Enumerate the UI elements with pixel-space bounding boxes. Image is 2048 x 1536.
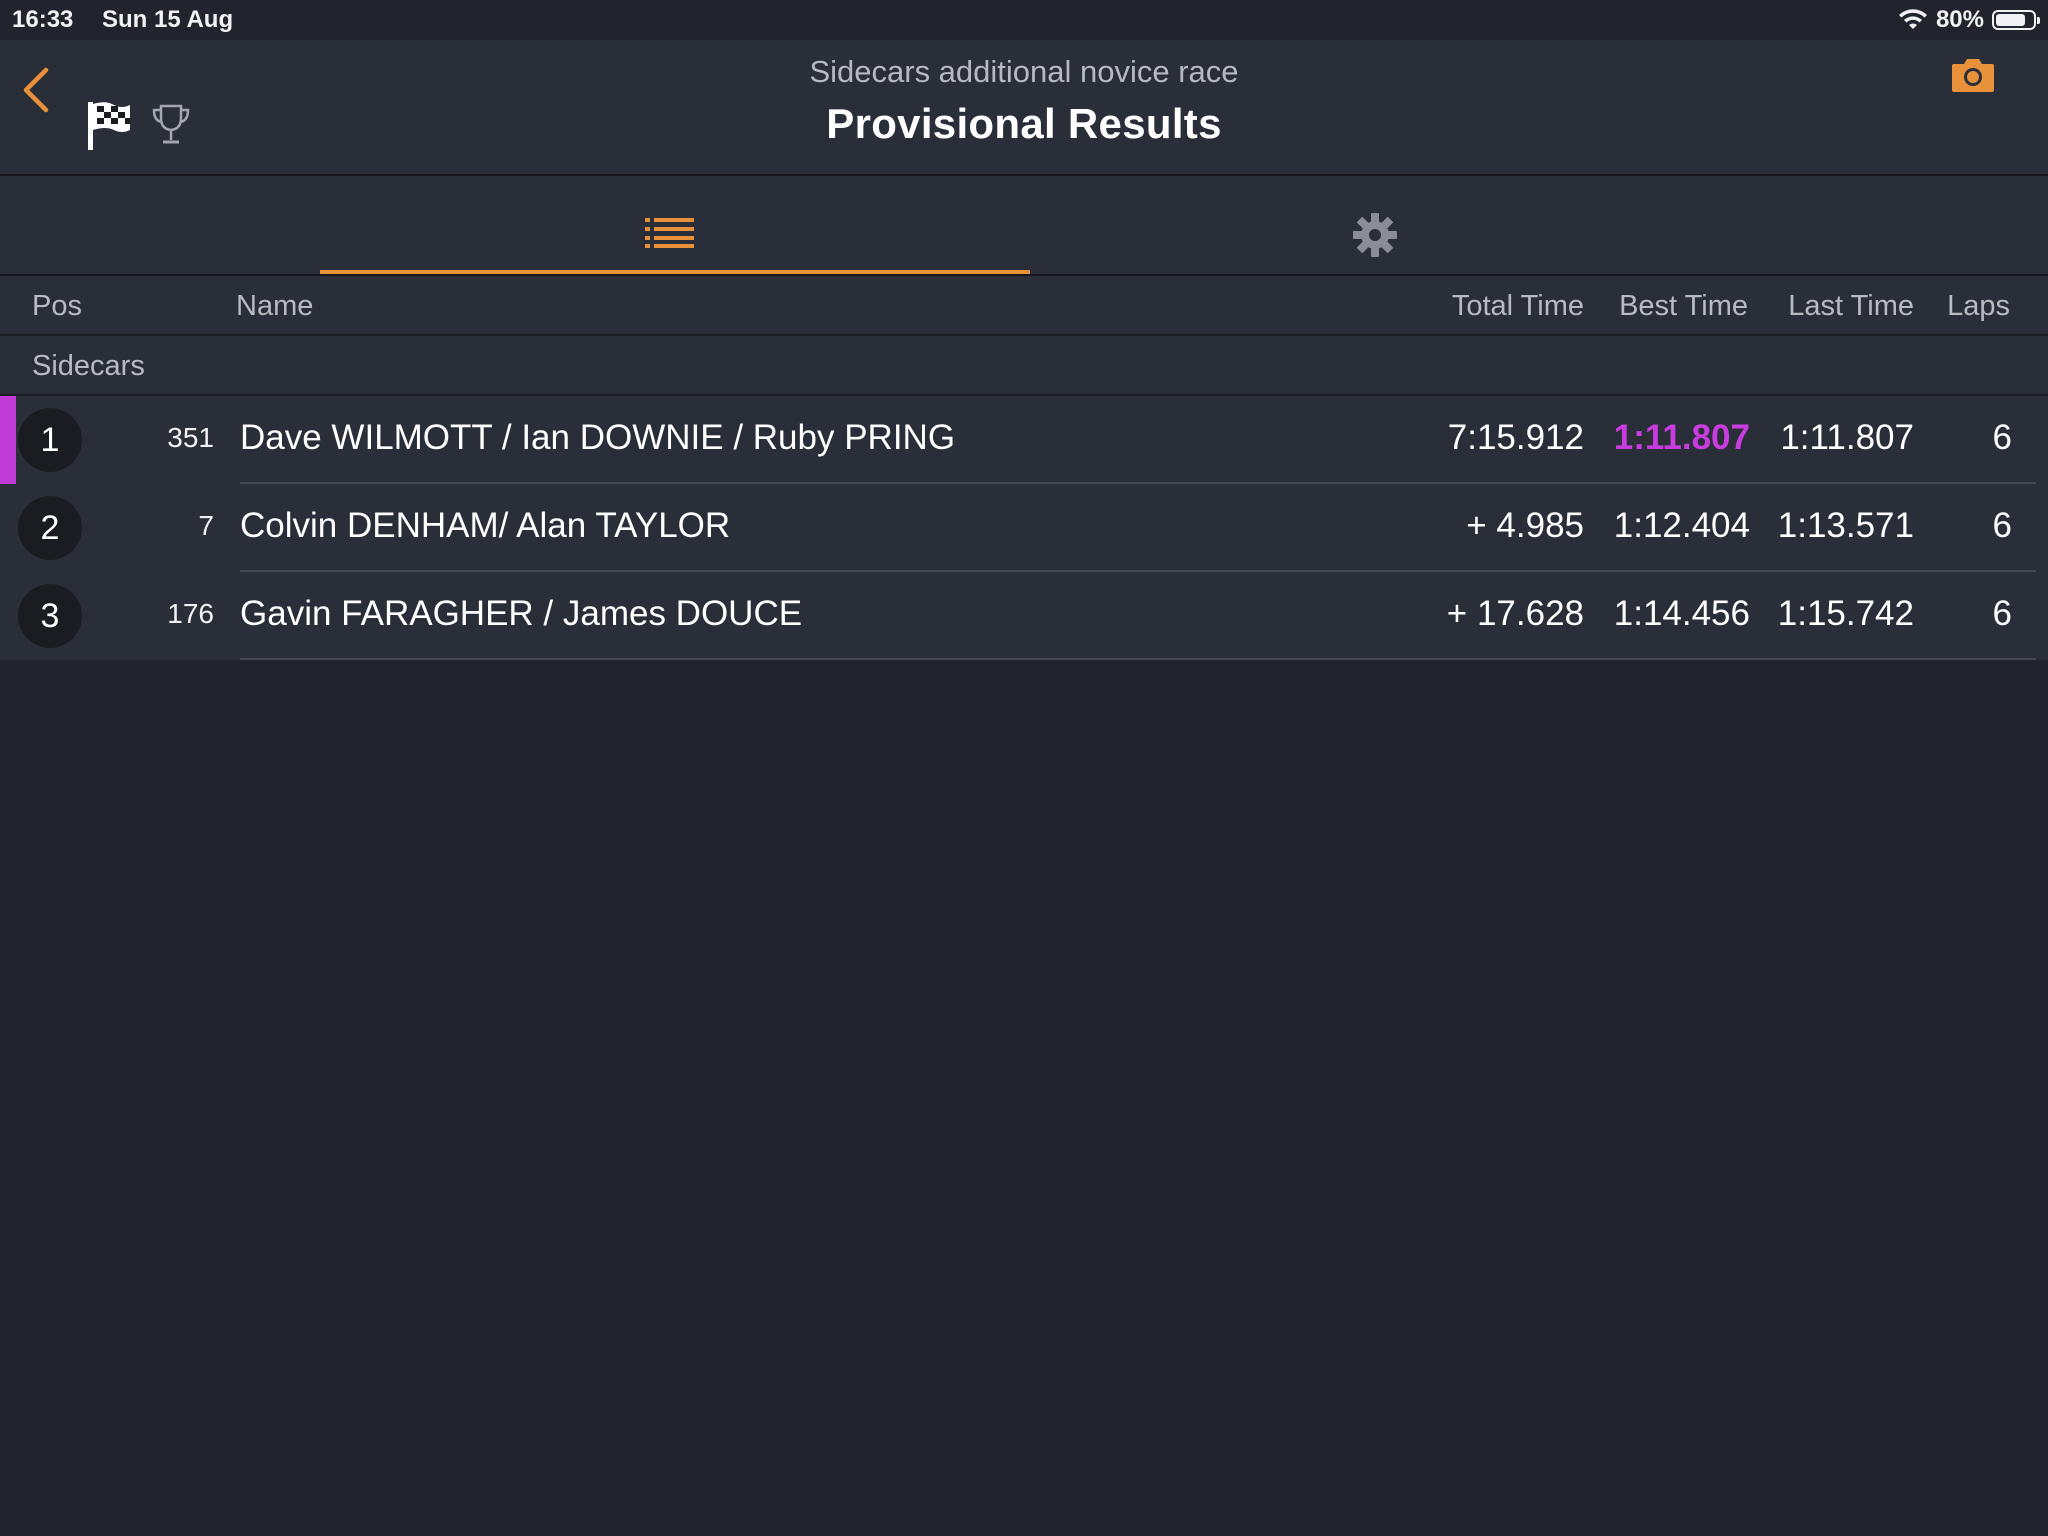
col-last-time[interactable]: Last Time <box>1788 290 1914 323</box>
total-time: + 4.985 <box>1466 506 1584 545</box>
table-row[interactable]: 3 176 Gavin FARAGHER / James DOUCE + 17.… <box>0 572 2048 660</box>
position-badge: 1 <box>18 408 82 472</box>
tab-settings[interactable] <box>1030 176 1740 274</box>
leader-marker <box>0 396 16 484</box>
camera-button[interactable] <box>1950 56 1996 94</box>
competitor-name: Gavin FARAGHER / James DOUCE <box>240 594 803 633</box>
competitor-number: 7 <box>198 510 214 541</box>
class-group-label: Sidecars <box>32 350 145 382</box>
last-time: 1:11.807 <box>1780 418 1914 457</box>
class-group-header: Sidecars <box>0 336 2048 396</box>
total-time: + 17.628 <box>1446 594 1584 633</box>
camera-icon <box>1952 59 1994 92</box>
col-laps[interactable]: Laps <box>1947 290 2010 323</box>
col-pos[interactable]: Pos <box>32 290 82 323</box>
battery-fill <box>1996 14 2025 26</box>
best-time: 1:14.456 <box>1613 594 1750 633</box>
col-name[interactable]: Name <box>236 290 313 323</box>
position-badge: 3 <box>18 584 82 648</box>
table-row[interactable]: 1 351 Dave WILMOTT / Ian DOWNIE / Ruby P… <box>0 396 2048 484</box>
col-total-time[interactable]: Total Time <box>1452 290 1584 323</box>
header: Sidecars additional novice race Provisio… <box>0 40 2048 176</box>
laps: 6 <box>1992 594 2012 633</box>
last-time: 1:15.742 <box>1777 594 1914 633</box>
list-icon <box>645 218 694 248</box>
tab-list[interactable] <box>320 176 1030 274</box>
status-time: 16:33 <box>12 6 74 33</box>
results-list: 1 351 Dave WILMOTT / Ian DOWNIE / Ruby P… <box>0 396 2048 660</box>
best-time: 1:11.807 <box>1613 418 1750 457</box>
tab-bar <box>0 176 2048 276</box>
status-bar: 16:33 Sun 15 Aug 80% <box>0 0 2048 40</box>
best-time: 1:12.404 <box>1613 506 1750 545</box>
total-time: 7:15.912 <box>1447 418 1584 457</box>
position-badge: 2 <box>18 496 82 560</box>
status-right: 80% <box>1898 6 2040 34</box>
laps: 6 <box>1992 418 2012 457</box>
wifi-icon <box>1898 9 1927 29</box>
status-date: Sun 15 Aug <box>102 6 234 33</box>
battery-percent: 80% <box>1935 6 1984 33</box>
active-tab-indicator <box>320 270 1030 274</box>
column-headers: Pos Name Total Time Best Time Last Time … <box>0 276 2048 336</box>
competitor-name: Colvin DENHAM/ Alan TAYLOR <box>240 506 731 545</box>
last-time: 1:13.571 <box>1777 506 1914 545</box>
battery-icon <box>1992 10 2040 30</box>
table-row[interactable]: 2 7 Colvin DENHAM/ Alan TAYLOR + 4.985 1… <box>0 484 2048 572</box>
competitor-name: Dave WILMOTT / Ian DOWNIE / Ruby PRING <box>240 418 956 457</box>
page-title: Provisional Results <box>826 100 1222 147</box>
row-divider <box>240 658 2036 660</box>
gear-icon <box>1353 213 1397 257</box>
laps: 6 <box>1992 506 2012 545</box>
race-subtitle: Sidecars additional novice race <box>809 54 1239 89</box>
competitor-number: 176 <box>167 598 214 629</box>
col-best-time[interactable]: Best Time <box>1619 290 1748 323</box>
competitor-number: 351 <box>167 422 214 453</box>
